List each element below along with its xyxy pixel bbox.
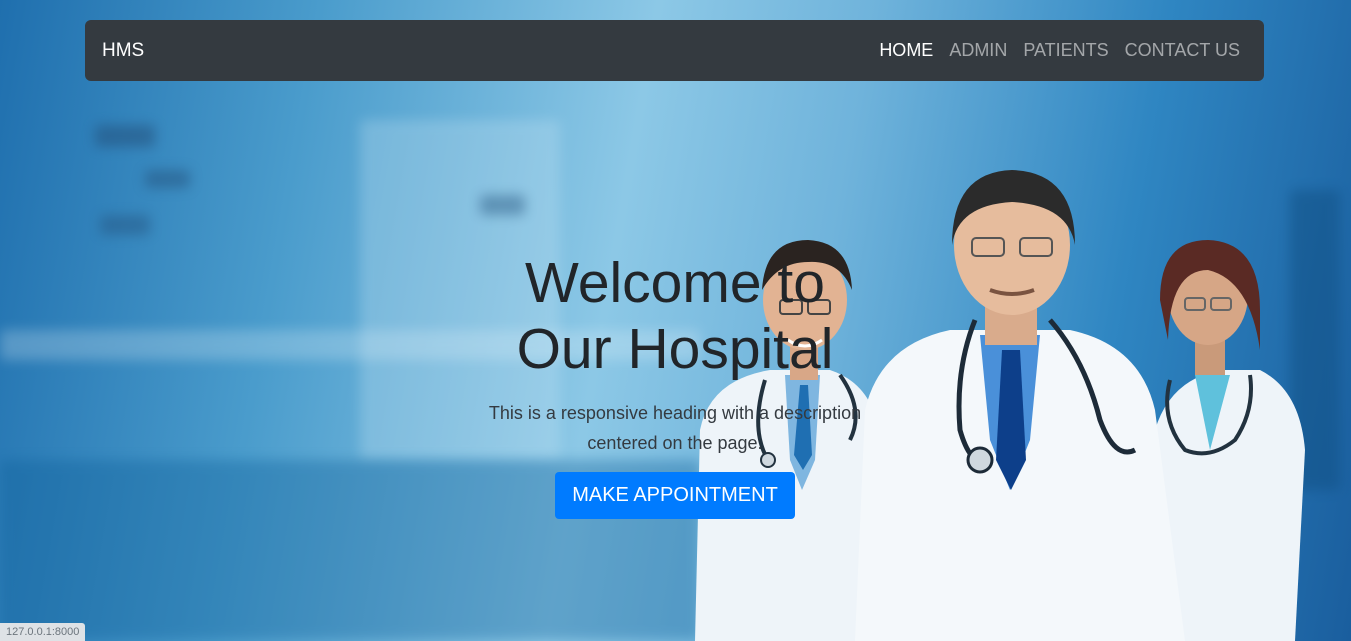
hero-content: Welcome to Our Hospital This is a respon… [470, 250, 880, 519]
top-navbar: HMS HOME ADMIN PATIENTS CONTACT US [85, 20, 1264, 81]
nav-link-contact-us[interactable]: CONTACT US [1125, 40, 1240, 61]
hero-heading: Welcome to Our Hospital [470, 250, 880, 382]
background-light-blur [145, 170, 190, 188]
nav-link-admin[interactable]: ADMIN [949, 40, 1007, 61]
background-light-blur [480, 195, 525, 215]
nav-links: HOME ADMIN PATIENTS CONTACT US [879, 40, 1240, 61]
doctor-center-figure [855, 170, 1185, 641]
hero-description: This is a responsive heading with a desc… [488, 403, 862, 453]
make-appointment-button[interactable]: MAKE APPOINTMENT [555, 472, 795, 519]
nav-link-home[interactable]: HOME [879, 40, 933, 61]
status-bar-url: 127.0.0.1:8000 [0, 623, 86, 641]
background-light-blur [100, 215, 150, 235]
nav-link-patients[interactable]: PATIENTS [1023, 40, 1108, 61]
background-light-blur [95, 125, 155, 147]
brand-logo[interactable]: HMS [102, 40, 144, 62]
hero-heading-line1: Welcome to [525, 251, 825, 315]
hero-section: HMS HOME ADMIN PATIENTS CONTACT US Welco… [0, 0, 1351, 641]
hero-heading-line2: Our Hospital [516, 317, 834, 381]
